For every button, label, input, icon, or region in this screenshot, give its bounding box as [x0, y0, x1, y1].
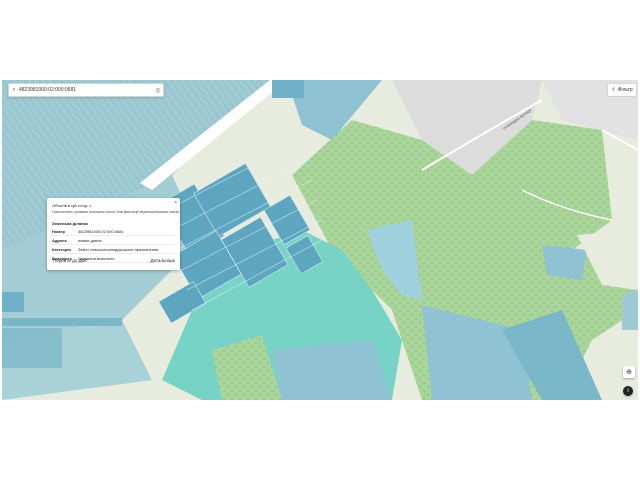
info-icon: i: [627, 388, 629, 394]
row-value: 4823981000:02:000:0681: [77, 227, 175, 236]
search-bar[interactable]: ⌕ 4823981000:02:000:0681 ◎: [8, 83, 164, 97]
details-button[interactable]: Детальніше: [151, 258, 175, 263]
filter-button[interactable]: ⇧ Фільтр: [607, 83, 637, 97]
table-row: Адреса немає даних: [51, 235, 175, 245]
search-icon: ⌕: [12, 86, 16, 93]
row-key: Категорія: [51, 244, 77, 254]
row-value: Землі сільськогосподарського призначення: [77, 244, 175, 254]
row-key: Номер: [51, 227, 77, 236]
objects-count: Об'єктів в цій точці: 1: [52, 203, 92, 208]
parcel-popup: × Об'єктів в цій точці: 1 Натисніть прав…: [47, 198, 180, 270]
search-input[interactable]: 4823981000:02:000:0681: [19, 87, 153, 93]
table-row: Категорія Землі сільськогосподарського п…: [51, 244, 175, 254]
arrow-up-icon: ⇧: [611, 87, 616, 93]
row-key: Адреса: [51, 235, 77, 245]
goto-dzk-button[interactable]: Перейти до ДЗК: [53, 258, 87, 263]
locate-icon[interactable]: ◎: [153, 87, 163, 94]
row-value: немає даних: [77, 235, 175, 245]
section-title: Земельна ділянка: [52, 221, 88, 226]
info-button[interactable]: i: [623, 386, 633, 396]
crosshair-icon: ⊕: [626, 369, 632, 376]
close-icon[interactable]: ×: [174, 200, 177, 206]
filter-label: Фільтр: [617, 87, 633, 93]
popup-note: Натисніть правою кнопкою миші для фіксац…: [52, 209, 179, 214]
locate-button[interactable]: ⊕: [623, 366, 635, 378]
table-row: Номер 4823981000:02:000:0681: [51, 227, 175, 236]
